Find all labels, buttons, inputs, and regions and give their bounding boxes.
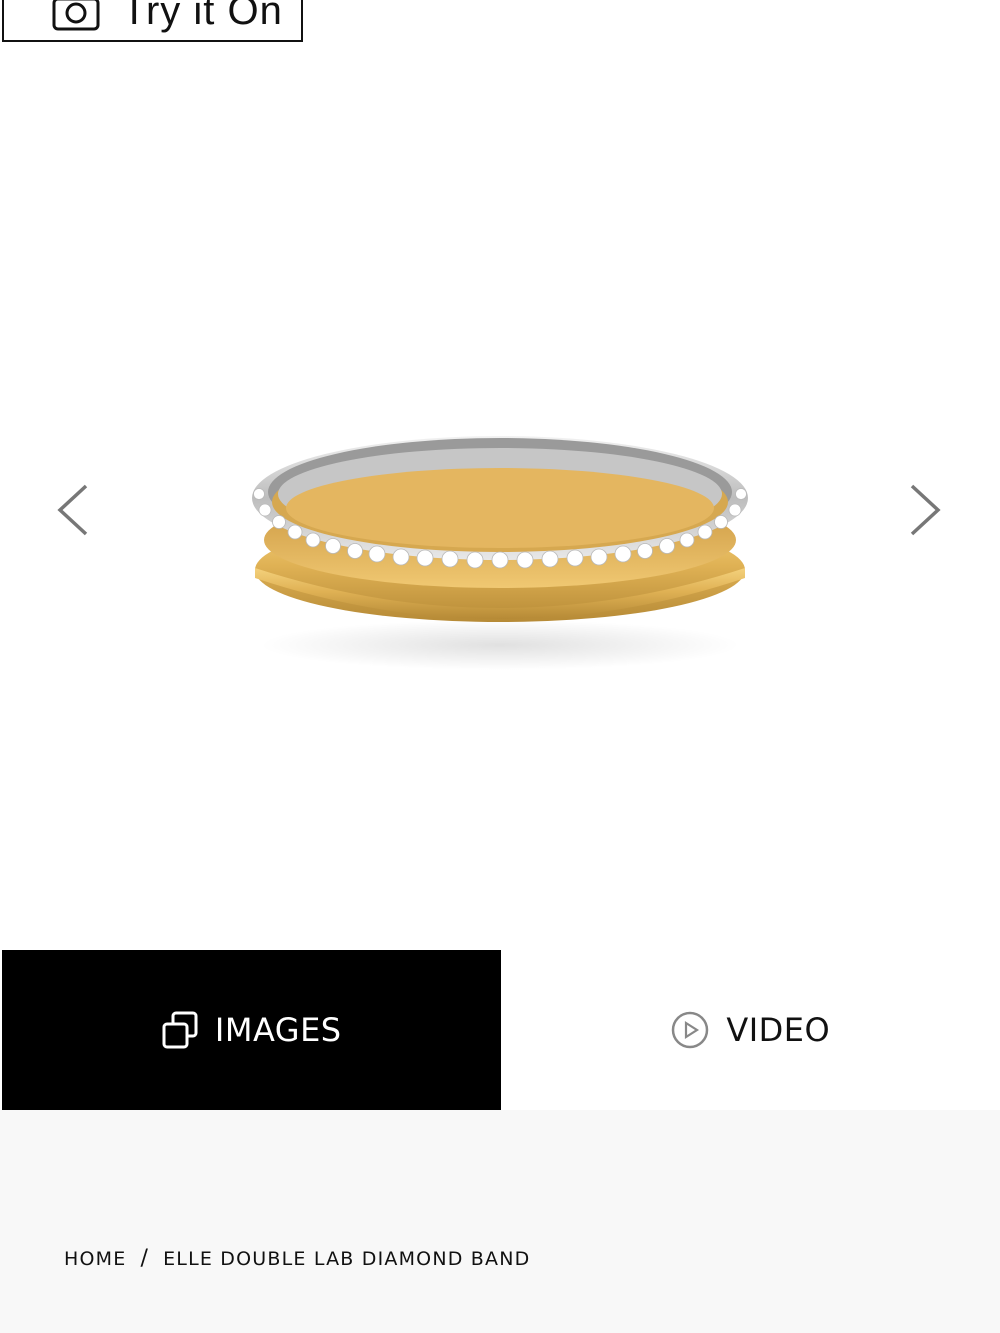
breadcrumb-home-link[interactable]: HOME	[64, 1248, 126, 1270]
images-icon	[162, 1011, 198, 1049]
tab-video-label: VIDEO	[726, 1011, 831, 1049]
tab-images[interactable]: IMAGES	[2, 950, 501, 1110]
camera-icon	[52, 0, 100, 31]
breadcrumb: HOME / ELLE DOUBLE LAB DIAMOND BAND	[64, 1246, 531, 1271]
breadcrumb-separator: /	[140, 1246, 150, 1271]
tab-images-label: IMAGES	[214, 1011, 342, 1049]
chevron-right-icon[interactable]	[908, 480, 944, 540]
play-circle-icon	[672, 1011, 709, 1049]
try-it-on-button[interactable]: Try it On	[2, 0, 303, 42]
try-it-on-label: Try it On	[122, 0, 283, 33]
product-info-section: HOME / ELLE DOUBLE LAB DIAMOND BAND	[0, 1110, 1000, 1333]
chevron-left-icon[interactable]	[54, 480, 90, 540]
product-gallery	[0, 60, 1000, 950]
product-image	[252, 436, 748, 670]
tab-video[interactable]: VIDEO	[500, 950, 1000, 1110]
breadcrumb-current: ELLE DOUBLE LAB DIAMOND BAND	[163, 1247, 531, 1270]
media-tabs: IMAGES VIDEO	[0, 950, 1000, 1110]
